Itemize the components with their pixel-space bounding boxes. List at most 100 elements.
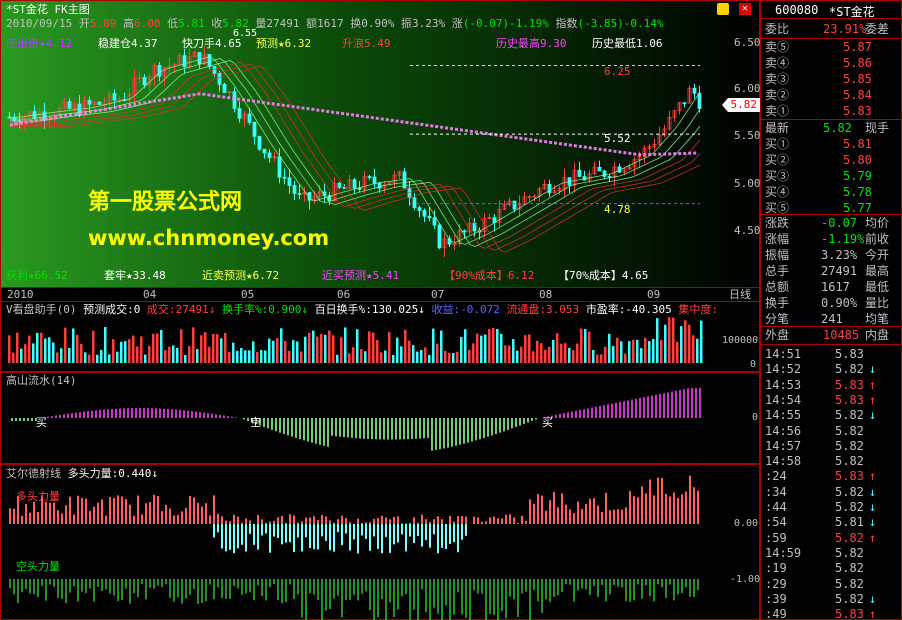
candle xyxy=(277,156,282,178)
volume-bar xyxy=(172,345,175,363)
buy-level-row: 买④ 5.78 xyxy=(765,185,872,199)
volume-bar xyxy=(392,354,395,363)
candle xyxy=(112,93,117,101)
sell-level-row: 卖② 5.84 xyxy=(765,88,872,102)
tick-row: 14:56 5.82 xyxy=(765,423,864,438)
candle xyxy=(232,91,237,109)
volume-bar xyxy=(460,337,463,363)
top-price-tick: 6.55 xyxy=(233,28,258,39)
candle xyxy=(237,108,242,119)
volume-bar xyxy=(84,352,87,363)
volume-bar xyxy=(388,332,391,363)
volume-bar xyxy=(464,329,467,363)
volume-bar xyxy=(268,338,271,363)
volume-bar xyxy=(672,317,675,363)
volume-bar xyxy=(312,330,315,363)
volume-bar xyxy=(432,328,435,363)
volume-bar xyxy=(508,345,511,363)
volume-bar xyxy=(624,353,627,363)
volume-bar xyxy=(376,340,379,363)
empty-signal: 空 xyxy=(250,416,261,429)
volume-bar xyxy=(176,348,179,363)
candle xyxy=(367,176,372,179)
volume-bar xyxy=(476,333,479,363)
volume-bar xyxy=(500,333,503,363)
side-icon[interactable] xyxy=(717,3,729,15)
volume-bar xyxy=(648,341,651,363)
volume-bar xyxy=(604,346,607,363)
volume-bar xyxy=(472,343,475,363)
volume-bar xyxy=(520,346,523,363)
candle xyxy=(352,179,357,189)
volume-bar xyxy=(656,318,659,363)
indicator-cost-70: 【70%成本】4.65 xyxy=(558,269,649,282)
volume-bar xyxy=(680,326,683,363)
indicator-near-buy: 近买预测★5.41 xyxy=(322,269,400,282)
level-label-mid: 5.52 xyxy=(604,132,631,145)
tick-row: :24 5.83 ↑ xyxy=(765,469,877,484)
volume-bar xyxy=(288,350,291,363)
volume-bar xyxy=(236,350,239,363)
tick-row: 14:57 5.82 xyxy=(765,438,864,453)
tick-row: :19 5.82 xyxy=(765,561,864,576)
volume-bar xyxy=(420,349,423,363)
tick-row: :29 5.82 xyxy=(765,576,864,591)
watermark-url: www.chnmoney.com xyxy=(88,226,330,250)
close-icon[interactable]: ✕ xyxy=(739,3,751,15)
volume-bar xyxy=(512,339,515,363)
volume-bar xyxy=(120,341,123,363)
volume-bar xyxy=(160,329,163,363)
volume-bar xyxy=(20,348,23,363)
elder-tick: -1.00 xyxy=(730,574,761,585)
volume-bar xyxy=(580,328,583,363)
volume-bar xyxy=(336,354,339,363)
volume-bar xyxy=(244,350,247,363)
tick-row: :59 5.82 ↑ xyxy=(765,530,877,545)
candle xyxy=(512,200,517,210)
volume-bar xyxy=(400,346,403,363)
volume-bar xyxy=(440,330,443,363)
tick-row: :54 5.81 ↓ xyxy=(765,515,877,530)
candle xyxy=(597,166,602,172)
volume-bar xyxy=(616,337,619,363)
tick-row: 14:52 5.82 ↓ xyxy=(765,362,877,377)
volume-bar xyxy=(568,347,571,363)
current-price-tag: 5.82 xyxy=(722,98,760,112)
volume-bar xyxy=(584,328,587,363)
volume-bar xyxy=(368,331,371,363)
time-label: 04 xyxy=(143,288,157,301)
volume-bar xyxy=(484,334,487,363)
tick-row: 14:51 5.83 xyxy=(765,347,864,361)
sell-level-row: 卖③ 5.85 xyxy=(765,72,872,86)
candle xyxy=(217,73,222,85)
volume-tick: 0 xyxy=(750,359,757,370)
volume-bar xyxy=(564,343,567,363)
elder-tick: 0.00 xyxy=(734,518,759,529)
tick-row: :44 5.82 ↓ xyxy=(765,500,877,514)
volume-bar xyxy=(8,335,11,363)
volume-bar xyxy=(272,340,275,363)
volume-bar xyxy=(632,339,635,363)
candle xyxy=(682,102,687,105)
candle xyxy=(372,176,377,184)
volume-bar xyxy=(124,341,127,363)
volume-bar xyxy=(184,354,187,363)
volume-bar xyxy=(364,351,367,363)
volume-bar xyxy=(308,332,311,363)
volume-bar xyxy=(24,344,27,363)
volume-bar xyxy=(80,343,83,363)
quote-side-panel: ✕ 600080 *ST金花 委比 23.91% 委差 卖⑤ 5.87 卖④ 5.86… xyxy=(717,0,902,620)
volume-bar xyxy=(68,348,71,363)
volume-bar xyxy=(456,351,459,363)
time-axis: 2010 04 05 06 07 08 09 日线 xyxy=(0,288,760,301)
volume-bar xyxy=(88,354,91,363)
gaoshan-chart xyxy=(11,388,701,451)
volume-bar xyxy=(612,346,615,363)
volume-bar xyxy=(180,329,183,363)
volume-bar xyxy=(316,336,319,363)
volume-bar xyxy=(468,349,471,363)
volume-bar xyxy=(48,337,51,363)
period-button[interactable]: 日线 xyxy=(729,288,751,301)
volume-bar xyxy=(76,334,79,363)
ma-ribbon xyxy=(10,58,701,246)
